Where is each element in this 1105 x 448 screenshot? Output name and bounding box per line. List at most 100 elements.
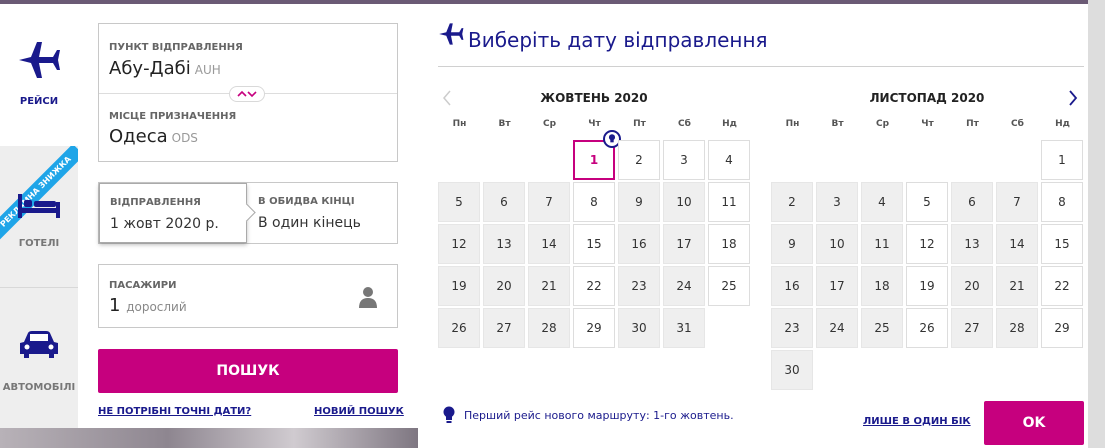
origin-field[interactable]: ПУНКТ ВІДПРАВЛЕННЯ Абу-Дабі AUH <box>99 24 397 93</box>
calendar-day[interactable]: 29 <box>573 308 615 348</box>
calendar-day: 28 <box>528 308 570 348</box>
calendar-day[interactable]: 8 <box>573 182 615 222</box>
calendar-day: 26 <box>438 308 480 348</box>
person-icon <box>359 287 377 308</box>
tab-label: РЕЙСИ <box>19 96 59 107</box>
calendar-title: Виберіть дату відправлення <box>468 28 768 52</box>
return-date-field[interactable]: В ОБИДВА КІНЦІ В один кінець <box>249 183 397 243</box>
calendar-day: 4 <box>861 182 903 222</box>
tab-label: АВТОМОБІЛІ <box>2 382 76 393</box>
calendar-day: 17 <box>816 266 858 306</box>
weekday-label: Вт <box>831 119 844 129</box>
calendar-day[interactable]: 5 <box>906 182 948 222</box>
calendar-day: 30 <box>618 308 660 348</box>
tab-flights[interactable]: РЕЙСИ <box>0 4 78 146</box>
calendar-day: 14 <box>996 224 1038 264</box>
page-scrollbar-area <box>1088 0 1105 448</box>
route-box: ПУНКТ ВІДПРАВЛЕННЯ Абу-Дабі AUH МІСЦЕ ПРИ… <box>98 23 398 162</box>
calendar-day: 20 <box>483 266 525 306</box>
calendar-day: 13 <box>951 224 993 264</box>
calendar-day[interactable]: 11 <box>708 182 750 222</box>
calendar-day: 21 <box>528 266 570 306</box>
calendar-day: 12 <box>438 224 480 264</box>
departure-value: 1 жовт 2020 р. <box>110 216 219 232</box>
calendar-day[interactable]: 8 <box>1041 182 1083 222</box>
passengers-field[interactable]: ПАСАЖИРИ 1 дорослий <box>98 264 398 328</box>
dates-box: ВІДПРАВЛЕННЯ 1 жовт 2020 р. В ОБИДВА КІН… <box>98 182 398 244</box>
search-form: ПУНКТ ВІДПРАВЛЕННЯ Абу-Дабі AUH МІСЦЕ ПРИ… <box>78 4 418 428</box>
new-search-link[interactable]: НОВИЙ ПОШУК <box>314 406 404 417</box>
background-image <box>0 428 420 448</box>
tab-hotels[interactable]: РЕКЛАМНА ЗНИЖКА ГОТЕЛІ <box>0 146 78 288</box>
calendar-day: 7 <box>996 182 1038 222</box>
weekday-label: Вт <box>498 119 511 129</box>
weekday-label: Пн <box>785 119 800 129</box>
calendar-day: 2 <box>771 182 813 222</box>
airplane-icon <box>439 23 464 45</box>
calendar-day[interactable]: 19 <box>906 266 948 306</box>
calendar-day[interactable]: 15 <box>1041 224 1083 264</box>
passengers-value: 1 дорослий <box>109 295 187 316</box>
calendar-day: 17 <box>663 224 705 264</box>
calendar-day: 9 <box>618 182 660 222</box>
calendar-day: 24 <box>663 266 705 306</box>
calendar-day: 27 <box>483 308 525 348</box>
ok-button[interactable]: OK <box>984 401 1084 445</box>
return-label: В ОБИДВА КІНЦІ <box>258 196 355 207</box>
calendar-day[interactable]: 22 <box>573 266 615 306</box>
calendar-day[interactable]: 1 <box>1041 140 1083 180</box>
tab-cars[interactable]: АВТОМОБІЛІ <box>0 288 78 428</box>
calendar-day: 6 <box>951 182 993 222</box>
calendar-day: 21 <box>996 266 1038 306</box>
weekday-label: Пт <box>633 119 646 129</box>
destination-label: МІСЦЕ ПРИЗНАЧЕННЯ <box>109 111 237 122</box>
calendar-day: 28 <box>996 308 1038 348</box>
calendar-day[interactable]: 22 <box>1041 266 1083 306</box>
destination-value: Одеса ODS <box>109 126 198 147</box>
calendar-day: 3 <box>816 182 858 222</box>
calendar-day: 11 <box>861 224 903 264</box>
calendar-day: 16 <box>771 266 813 306</box>
calendar-day[interactable]: 12 <box>906 224 948 264</box>
lightbulb-icon <box>443 406 455 423</box>
departure-date-field[interactable]: ВІДПРАВЛЕННЯ 1 жовт 2020 р. <box>99 183 247 243</box>
divider <box>438 66 1084 67</box>
calendar-day[interactable]: 18 <box>708 224 750 264</box>
return-value: В один кінець <box>258 215 361 231</box>
calendar-day: 10 <box>816 224 858 264</box>
calendar-day[interactable]: 4 <box>708 140 750 180</box>
month-header-october: ЖОВТЕНЬ 2020 <box>540 91 648 105</box>
calendar-day: 18 <box>861 266 903 306</box>
calendar-day: 9 <box>771 224 813 264</box>
search-button[interactable]: ПОШУК <box>98 349 398 393</box>
calendar-day[interactable]: 3 <box>663 140 705 180</box>
calendar-day: 19 <box>438 266 480 306</box>
destination-field[interactable]: МІСЦЕ ПРИЗНАЧЕННЯ Одеса ODS <box>99 94 397 162</box>
weekday-label: Нд <box>1055 119 1070 129</box>
calendar-day: 7 <box>528 182 570 222</box>
calendar-day[interactable]: 25 <box>708 266 750 306</box>
weekday-label: Чт <box>921 119 934 129</box>
calendar-day[interactable]: 2 <box>618 140 660 180</box>
one-way-link[interactable]: ЛИШЕ В ОДИН БІК <box>863 416 971 427</box>
weekday-label: Нд <box>722 119 737 129</box>
month-header-november: ЛИСТОПАД 2020 <box>869 91 985 105</box>
date-picker: Виберіть дату відправлення ЖОВТЕНЬ 2020 … <box>418 4 1088 448</box>
bed-icon <box>18 194 60 218</box>
calendar-day: 6 <box>483 182 525 222</box>
calendar-day: 27 <box>951 308 993 348</box>
calendar-day[interactable]: 29 <box>1041 308 1083 348</box>
weekday-label: Сб <box>1011 119 1024 129</box>
calendar-day: 5 <box>438 182 480 222</box>
calendar-day: 23 <box>771 308 813 348</box>
flexible-dates-link[interactable]: НЕ ПОТРІБНІ ТОЧНІ ДАТИ? <box>98 406 251 417</box>
calendar-day[interactable]: 15 <box>573 224 615 264</box>
calendar-day: 25 <box>861 308 903 348</box>
weekday-label: Сб <box>678 119 691 129</box>
calendar-day: 16 <box>618 224 660 264</box>
calendar-day: 13 <box>483 224 525 264</box>
calendar-day[interactable]: 26 <box>906 308 948 348</box>
calendar-day: 31 <box>663 308 705 348</box>
calendar-day: 10 <box>663 182 705 222</box>
calendar-day: 30 <box>771 350 813 390</box>
